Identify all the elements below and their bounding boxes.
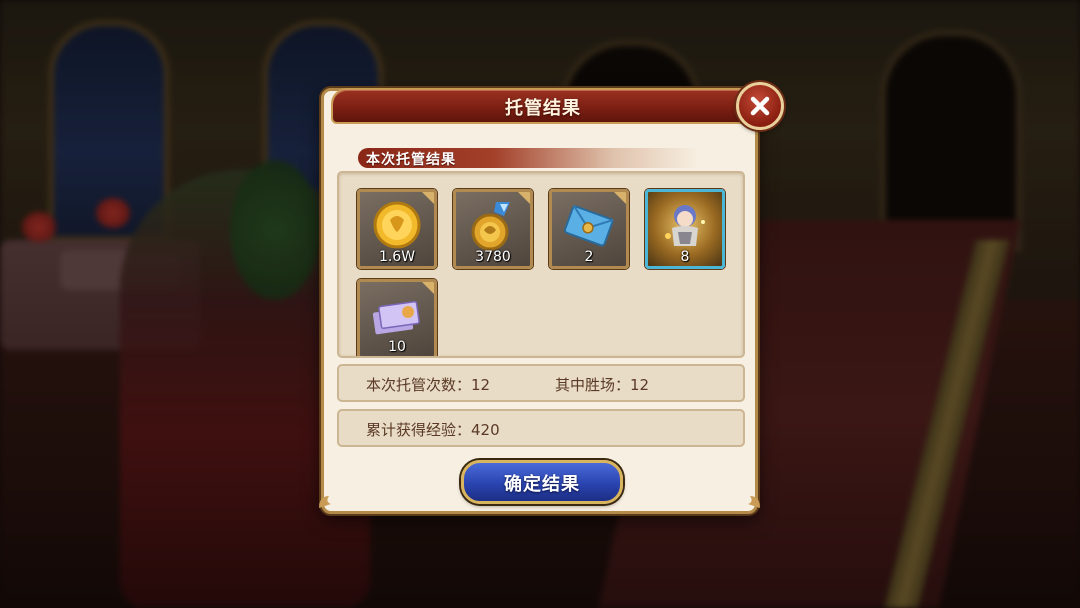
confirm-button[interactable]: 确定结果 [461, 460, 623, 504]
confirm-button-label: 确定结果 [504, 474, 580, 495]
wins-count-label: 其中胜场：12 [555, 376, 650, 394]
envelope-icon [563, 205, 614, 247]
run-stats-row: 本次托管次数：12 其中胜场：12 [337, 364, 745, 402]
close-button[interactable] [736, 82, 784, 130]
corner-ornament-icon [748, 496, 760, 508]
runs-count-label: 本次托管次数：12 [366, 376, 491, 394]
character-icon [665, 205, 705, 246]
gold-coin-icon [373, 201, 421, 249]
corner-ornament-icon [319, 496, 331, 508]
section-header: 本次托管结果 [358, 148, 698, 168]
medal-icon [471, 202, 510, 251]
dialog-title-bar: 托管结果 [331, 88, 755, 124]
section-title: 本次托管结果 [366, 152, 456, 168]
reward-quantity: 3780 [475, 249, 511, 265]
ticket-icon [372, 300, 420, 335]
reward-item-character[interactable]: 8 [645, 189, 725, 269]
reward-item-tickets[interactable]: 10 [357, 279, 437, 356]
reward-quantity: 10 [388, 339, 406, 355]
reward-panel: 1.6W 3780 2 8 10 [337, 171, 745, 358]
result-dialog: 托管结果 本次托管结果 1.6W 3780 2 8 10 本次托管次数：12 其… [319, 82, 784, 514]
reward-item-gold-coin[interactable]: 1.6W [357, 189, 437, 269]
reward-quantity: 2 [584, 249, 594, 265]
reward-quantity: 8 [680, 249, 690, 265]
exp-total-label: 累计获得经验：420 [366, 421, 500, 439]
reward-item-envelope[interactable]: 2 [549, 189, 629, 269]
close-icon [750, 96, 770, 116]
exp-stats-row: 累计获得经验：420 [337, 409, 745, 447]
dialog-title: 托管结果 [505, 98, 581, 119]
reward-item-medal[interactable]: 3780 [453, 189, 533, 269]
reward-quantity: 1.6W [378, 249, 416, 265]
